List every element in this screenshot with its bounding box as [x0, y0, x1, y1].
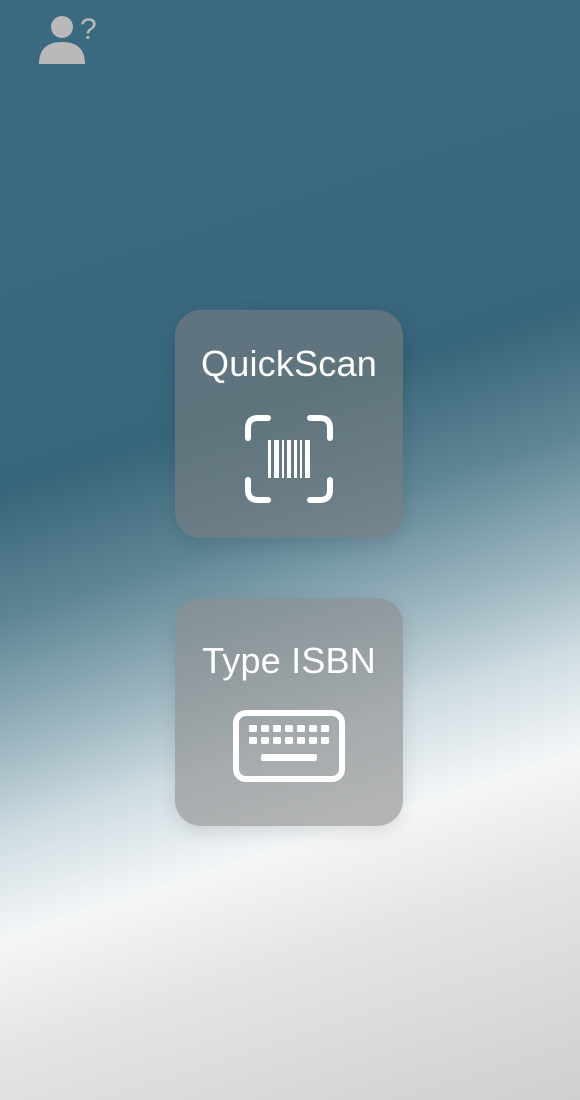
keyboard-icon — [233, 710, 345, 782]
type-isbn-label: Type ISBN — [202, 640, 376, 681]
quickscan-label: QuickScan — [201, 343, 377, 384]
quickscan-button[interactable]: QuickScan — [175, 310, 403, 538]
barcode-scan-icon — [245, 415, 333, 503]
type-isbn-button[interactable]: Type ISBN — [175, 598, 403, 826]
svg-text:?: ? — [80, 13, 97, 46]
person-question-icon: ? — [39, 13, 97, 64]
account-help-button[interactable]: ? — [36, 12, 100, 68]
